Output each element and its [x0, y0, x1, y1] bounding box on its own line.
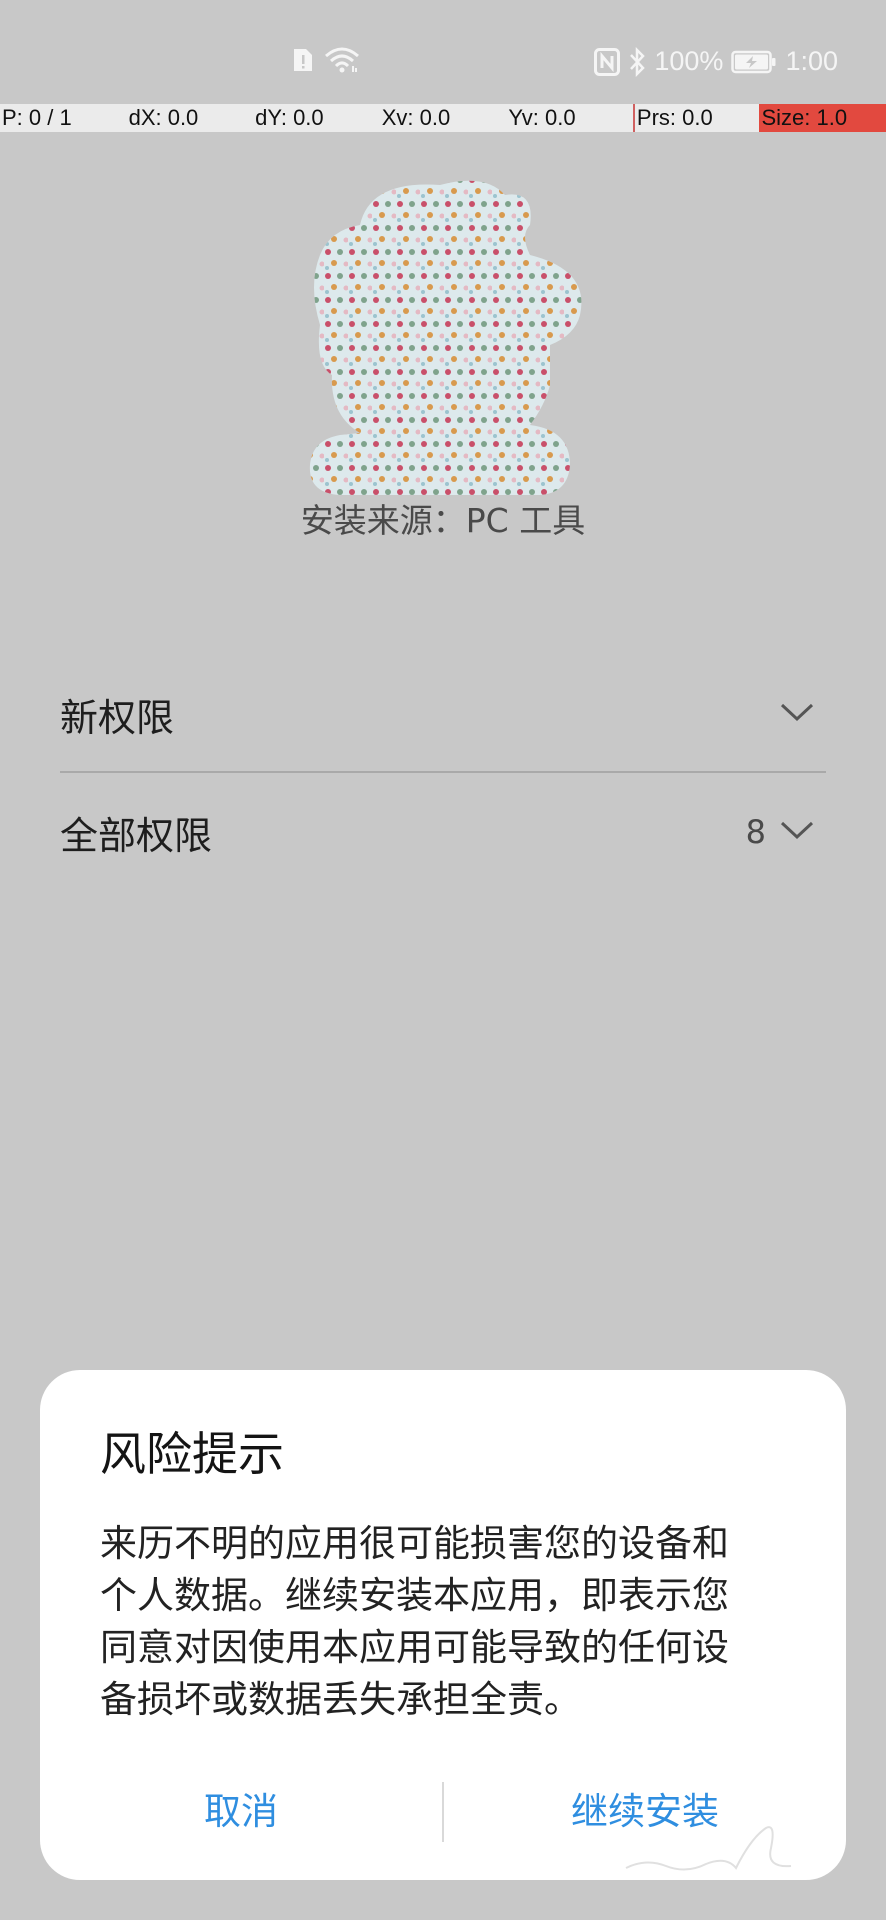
status-bar: 100% 1:00 [0, 0, 886, 100]
install-source: 安装来源：PC 工具 [300, 501, 586, 540]
all-permissions-count: 8 [745, 813, 766, 851]
chevron-down-icon [780, 820, 814, 844]
app-icon [300, 175, 600, 495]
battery-percent: 100% [654, 46, 724, 76]
new-permissions-row[interactable]: 新权限 [60, 656, 826, 772]
permissions-divider [60, 771, 826, 773]
status-icons-center [292, 46, 360, 74]
status-icons-right: 100% 1:00 [594, 46, 838, 77]
risk-warning-dialog: 风险提示 来历不明的应用很可能损害您的设备和 个人数据。继续安装本应用，即表示您… [40, 1370, 846, 1880]
dialog-message-line: 个人数据。继续安装本应用，即表示您 [100, 1574, 729, 1617]
dialog-title: 风险提示 [100, 1427, 284, 1481]
bluetooth-icon [628, 46, 646, 77]
app-icon-graphic [309, 180, 582, 495]
watermark-graphic [625, 1826, 792, 1871]
dialog-message-line: 来历不明的应用很可能损害您的设备和 [100, 1522, 729, 1565]
pointer-count: P: 0 / 1 [2, 105, 72, 130]
pointer-pressure: Prs: 0.0 [632, 104, 760, 132]
all-permissions-row[interactable]: 全部权限 8 [60, 774, 826, 890]
wifi-icon [324, 46, 360, 74]
pointer-size: Size: 1.0 [759, 104, 886, 132]
pointer-dx: dX: 0.0 [128, 105, 199, 130]
dialog-message-line: 同意对因使用本应用可能导致的任何设 [100, 1626, 729, 1669]
new-permissions-label: 新权限 [60, 695, 175, 740]
chevron-down-icon [780, 702, 814, 726]
nfc-icon [594, 47, 621, 76]
dialog-message: 来历不明的应用很可能损害您的设备和 个人数据。继续安装本应用，即表示您 同意对因… [100, 1518, 800, 1726]
cancel-button[interactable]: 取消 [40, 1782, 442, 1842]
pointer-dy: dY: 0.0 [255, 105, 324, 130]
clock: 1:00 [785, 46, 838, 76]
dialog-message-line: 备损坏或数据丢失承担全责。 [100, 1678, 581, 1721]
sim-alert-icon [292, 47, 314, 73]
all-permissions-label: 全部权限 [60, 813, 213, 858]
pointer-xv: Xv: 0.0 [381, 105, 451, 130]
pointer-yv: Yv: 0.0 [508, 105, 576, 130]
battery-charging-icon [731, 50, 777, 74]
pointer-location-bar: P: 0 / 1 dX: 0.0 dY: 0.0 Xv: 0.0 Yv: 0.0… [0, 104, 886, 132]
